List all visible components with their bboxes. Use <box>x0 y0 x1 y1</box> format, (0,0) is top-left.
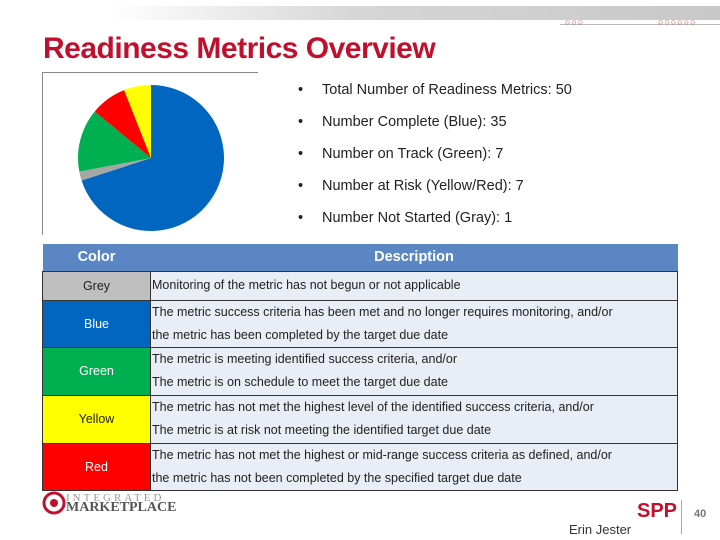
table-row: Green The metric is meeting identified su… <box>42 346 678 396</box>
color-cell: Red <box>42 442 151 491</box>
description-cell: The metric has not met the highest level… <box>150 394 678 444</box>
divider <box>681 500 682 534</box>
description-cell: The metric success criteria has been met… <box>150 299 678 348</box>
bullet: • <box>298 178 304 194</box>
header-dots: ○○○ <box>565 17 585 27</box>
summary-item: • Number Complete (Blue): 35 <box>298 114 572 146</box>
description-cell: The metric is meeting identified success… <box>150 346 678 396</box>
description-line: The metric is on schedule to meet the ta… <box>152 375 449 389</box>
bullet: • <box>298 146 304 162</box>
color-legend-table: Color Description Grey Monitoring of the … <box>42 244 678 491</box>
summary-text: Total Number of Readiness Metrics: 50 <box>322 82 572 98</box>
page-number: 40 <box>694 508 707 520</box>
color-cell: Grey <box>42 270 151 301</box>
bullet: • <box>298 82 304 98</box>
description-cell: The metric has not met the highest or mi… <box>150 442 678 491</box>
color-cell: Green <box>42 346 151 396</box>
summary-item: • Number on Track (Green): 7 <box>298 146 572 178</box>
logo-emblem-icon <box>42 491 66 515</box>
summary-text: Number on Track (Green): 7 <box>322 146 504 162</box>
description-line: The metric is at risk not meeting the id… <box>152 423 492 437</box>
table-row: Red The metric has not met the highest or… <box>42 442 678 491</box>
summary-text: Number Complete (Blue): 35 <box>322 114 507 130</box>
table-row: Grey Monitoring of the metric has not beg… <box>42 270 678 301</box>
color-cell: Blue <box>42 299 151 348</box>
summary-item: • Total Number of Readiness Metrics: 50 <box>298 82 572 114</box>
color-cell: Yellow <box>42 394 151 444</box>
header-color: Color <box>42 244 151 271</box>
integrated-marketplace-logo: INTEGRATED MARKETPLACE <box>42 491 176 515</box>
description-line: The metric success criteria has been met… <box>152 304 613 319</box>
bullet: • <box>298 114 304 130</box>
spp-logo: SPP <box>637 500 678 522</box>
description-line: the metric has been completed by the tar… <box>152 327 449 342</box>
bullet: • <box>298 210 304 226</box>
summary-text: Number at Risk (Yellow/Red): 7 <box>322 178 524 194</box>
pie-chart-frame <box>42 72 258 235</box>
summary-list: • Total Number of Readiness Metrics: 50 • N… <box>298 82 572 242</box>
page-title: Readiness Metrics Overview <box>43 32 436 65</box>
table-row: Blue The metric success criteria has been… <box>42 299 678 348</box>
author: Erin Jester <box>569 522 632 537</box>
pie-chart <box>78 85 224 231</box>
header-decoration <box>110 6 720 20</box>
description-line: The metric has not met the highest level… <box>152 400 594 414</box>
header-description: Description <box>150 244 678 271</box>
description-line: Monitoring of the metric has not begun o… <box>152 278 461 292</box>
header-dots: ○○○○○○ <box>658 17 697 27</box>
description-cell: Monitoring of the metric has not begun o… <box>150 270 678 301</box>
description-line: The metric has not met the highest or mi… <box>152 447 612 462</box>
summary-item: • Number Not Started (Gray): 1 <box>298 210 572 242</box>
summary-item: • Number at Risk (Yellow/Red): 7 <box>298 178 572 210</box>
description-line: the metric has not been completed by the… <box>152 470 522 485</box>
summary-text: Number Not Started (Gray): 1 <box>322 210 513 226</box>
table-row: Yellow The metric has not met the highest… <box>42 394 678 444</box>
description-line: The metric is meeting identified success… <box>152 352 457 366</box>
